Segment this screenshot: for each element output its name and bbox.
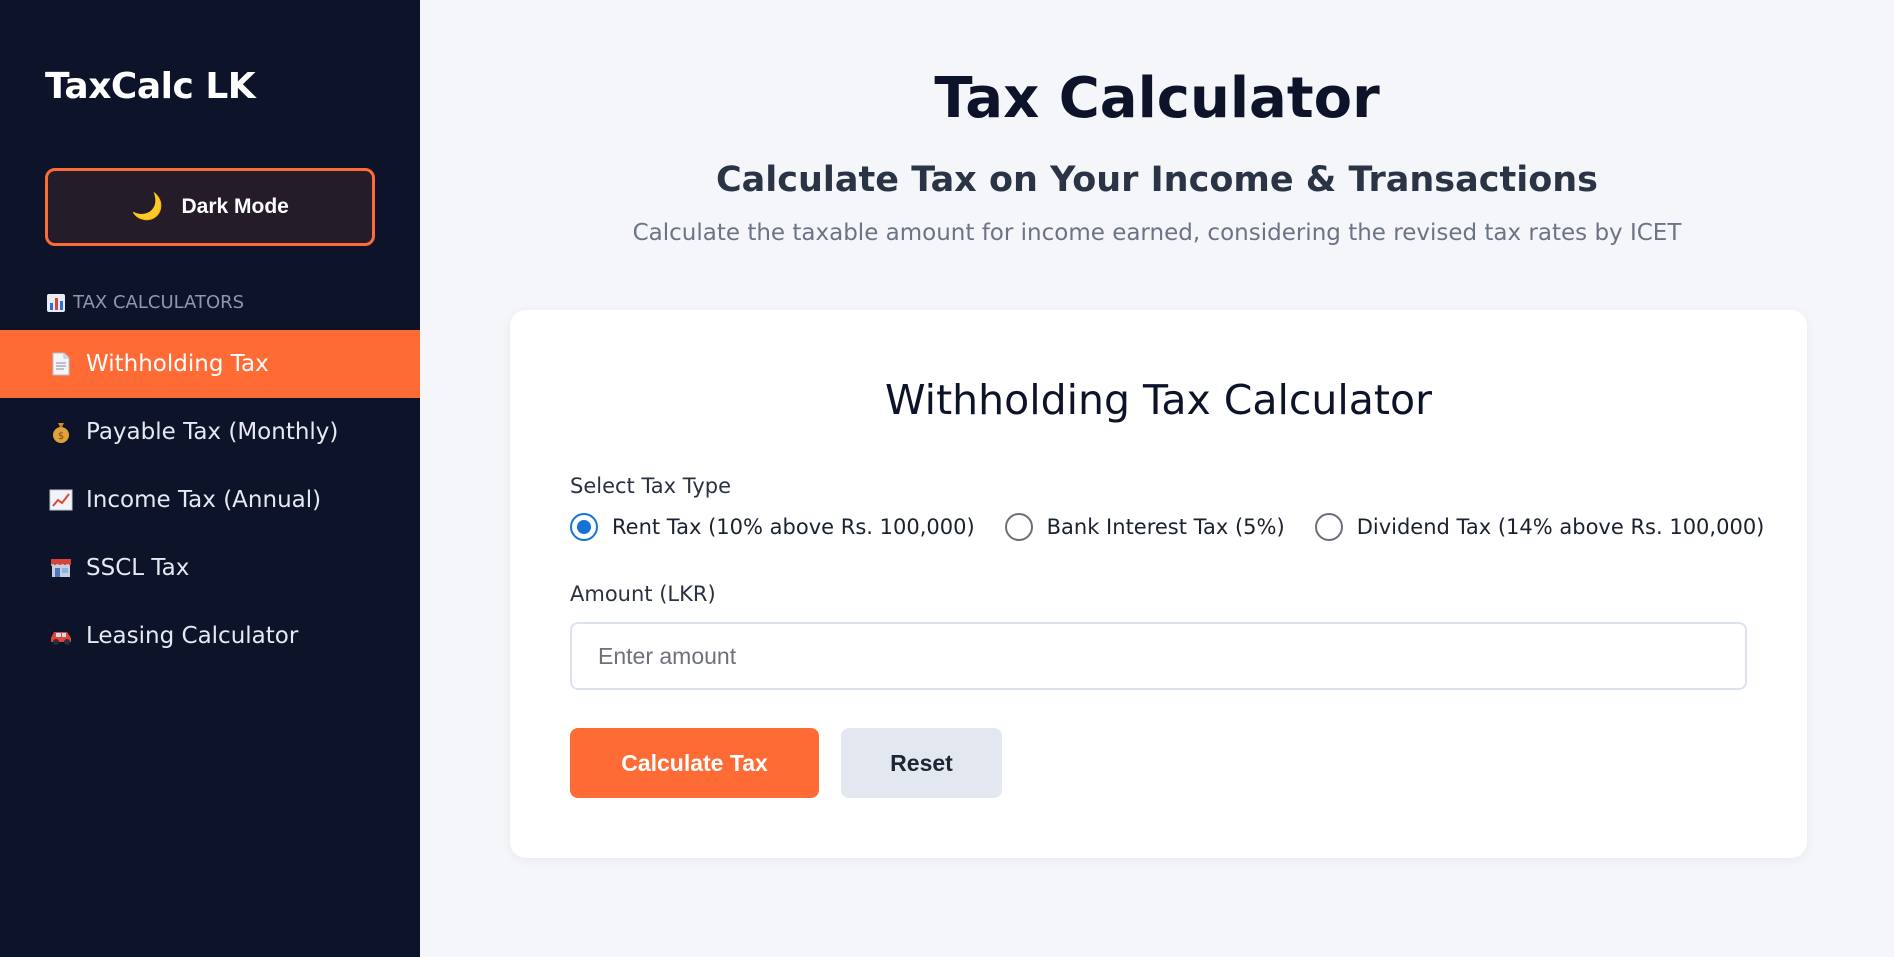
chart-up-icon [48,487,74,513]
dark-mode-toggle[interactable]: 🌙 Dark Mode [45,168,375,246]
bar-chart-icon [47,293,65,312]
sidebar-nav: Withholding Tax $ Payable Tax (Monthly) … [0,330,420,670]
radio-label: Dividend Tax (14% above Rs. 100,000) [1356,515,1765,539]
reset-button[interactable]: Reset [841,728,1002,798]
radio-label: Bank Interest Tax (5%) [1046,515,1285,539]
sidebar: TaxCalc LK 🌙 Dark Mode TAX CALCULATORS W… [0,0,420,957]
document-icon [48,351,74,377]
amount-label: Amount (LKR) [570,582,716,606]
radio-rent-tax[interactable] [570,513,598,541]
dark-mode-label: Dark Mode [181,195,289,218]
sidebar-item-label: Leasing Calculator [86,623,299,649]
sidebar-item-withholding-tax[interactable]: Withholding Tax [0,330,420,398]
section-heading-label: TAX CALCULATORS [73,292,245,313]
brand-logo[interactable]: TaxCalc LK [45,66,256,107]
sidebar-item-income-tax[interactable]: Income Tax (Annual) [0,466,420,534]
radio-bank-interest-tax[interactable] [1004,513,1033,541]
svg-text:$: $ [58,431,64,442]
radio-label: Rent Tax (10% above Rs. 100,000) [612,515,975,539]
tax-type-radio-group: Rent Tax (10% above Rs. 100,000) Bank In… [570,513,1764,541]
main-content: Tax Calculator Calculate Tax on Your Inc… [420,0,1894,957]
sidebar-item-label: Withholding Tax [86,351,269,377]
radio-dividend-tax[interactable] [1314,513,1343,541]
card-title: Withholding Tax Calculator [885,376,1432,424]
page-description: Calculate the taxable amount for income … [632,220,1682,246]
moon-icon: 🌙 [131,192,164,222]
section-heading: TAX CALCULATORS [47,292,244,313]
sidebar-item-label: Payable Tax (Monthly) [86,419,339,445]
page-title: Tax Calculator [934,66,1380,131]
radio-option-dividend-tax[interactable]: Dividend Tax (14% above Rs. 100,000) [1314,513,1765,541]
radio-option-rent-tax[interactable]: Rent Tax (10% above Rs. 100,000) [570,513,975,541]
store-icon [48,555,74,581]
sidebar-item-sscl-tax[interactable]: SSCL Tax [0,534,420,602]
sidebar-item-payable-tax[interactable]: $ Payable Tax (Monthly) [0,398,420,466]
tax-type-label: Select Tax Type [570,474,732,498]
sidebar-item-leasing-calculator[interactable]: Leasing Calculator [0,602,420,670]
car-icon [48,623,74,649]
withholding-tax-card: Withholding Tax Calculator Select Tax Ty… [510,310,1807,858]
page-subtitle: Calculate Tax on Your Income & Transacti… [715,160,1599,200]
amount-input[interactable] [570,622,1747,690]
radio-option-bank-interest-tax[interactable]: Bank Interest Tax (5%) [1004,513,1285,541]
calculate-tax-button[interactable]: Calculate Tax [570,728,819,798]
money-bag-icon: $ [48,419,74,445]
sidebar-item-label: SSCL Tax [86,555,190,581]
sidebar-item-label: Income Tax (Annual) [86,487,322,513]
